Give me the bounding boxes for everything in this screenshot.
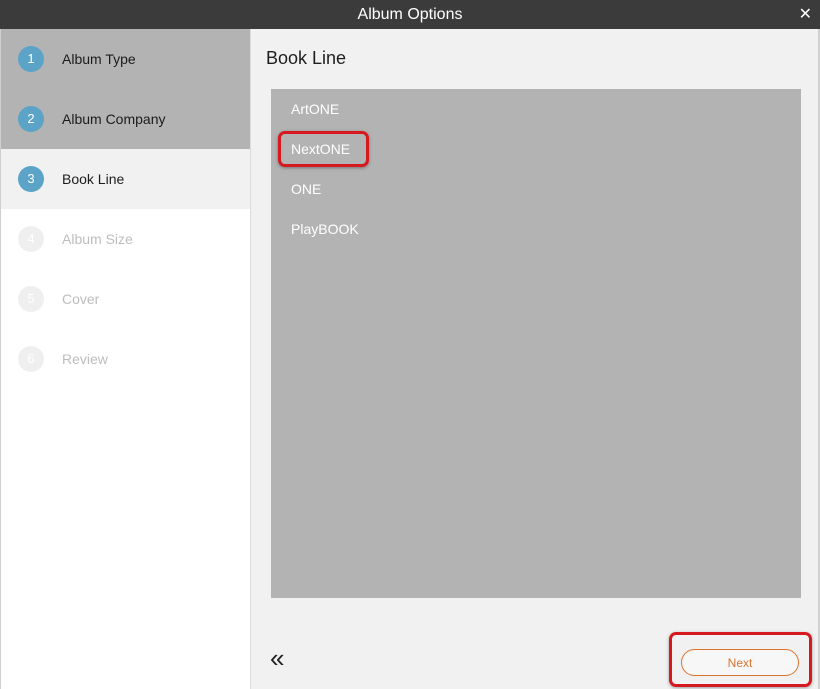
step-number-badge: 5 <box>18 286 44 312</box>
back-button[interactable]: « <box>270 645 284 671</box>
step-label: Album Company <box>62 111 166 127</box>
step-review: 6 Review <box>1 329 250 389</box>
step-album-company[interactable]: 2 Album Company <box>1 89 250 149</box>
step-book-line[interactable]: 3 Book Line <box>1 149 250 209</box>
step-number-badge: 6 <box>18 346 44 372</box>
close-icon[interactable]: ✕ <box>799 0 812 29</box>
step-label: Review <box>62 351 108 367</box>
option-playbook[interactable]: PlayBOOK <box>291 219 359 239</box>
steps-sidebar: 1 Album Type 2 Album Company 3 Book Line… <box>1 29 250 689</box>
title-bar: Album Options ✕ <box>0 0 820 29</box>
step-cover: 5 Cover <box>1 269 250 329</box>
step-number-badge: 3 <box>18 166 44 192</box>
option-artone[interactable]: ArtONE <box>291 99 339 119</box>
step-album-type[interactable]: 1 Album Type <box>1 29 250 89</box>
sidebar-divider <box>250 29 251 689</box>
window-title: Album Options <box>357 6 463 23</box>
step-number-badge: 2 <box>18 106 44 132</box>
step-number-badge: 4 <box>18 226 44 252</box>
option-one[interactable]: ONE <box>291 179 321 199</box>
step-number-badge: 1 <box>18 46 44 72</box>
step-album-size: 4 Album Size <box>1 209 250 269</box>
nextone-highlight-outline <box>278 131 369 167</box>
step-label: Cover <box>62 291 100 307</box>
next-button[interactable]: Next <box>681 649 799 676</box>
page-title: Book Line <box>266 48 347 68</box>
step-label: Album Type <box>62 51 136 67</box>
step-label: Album Size <box>62 231 133 247</box>
step-label: Book Line <box>62 171 125 187</box>
